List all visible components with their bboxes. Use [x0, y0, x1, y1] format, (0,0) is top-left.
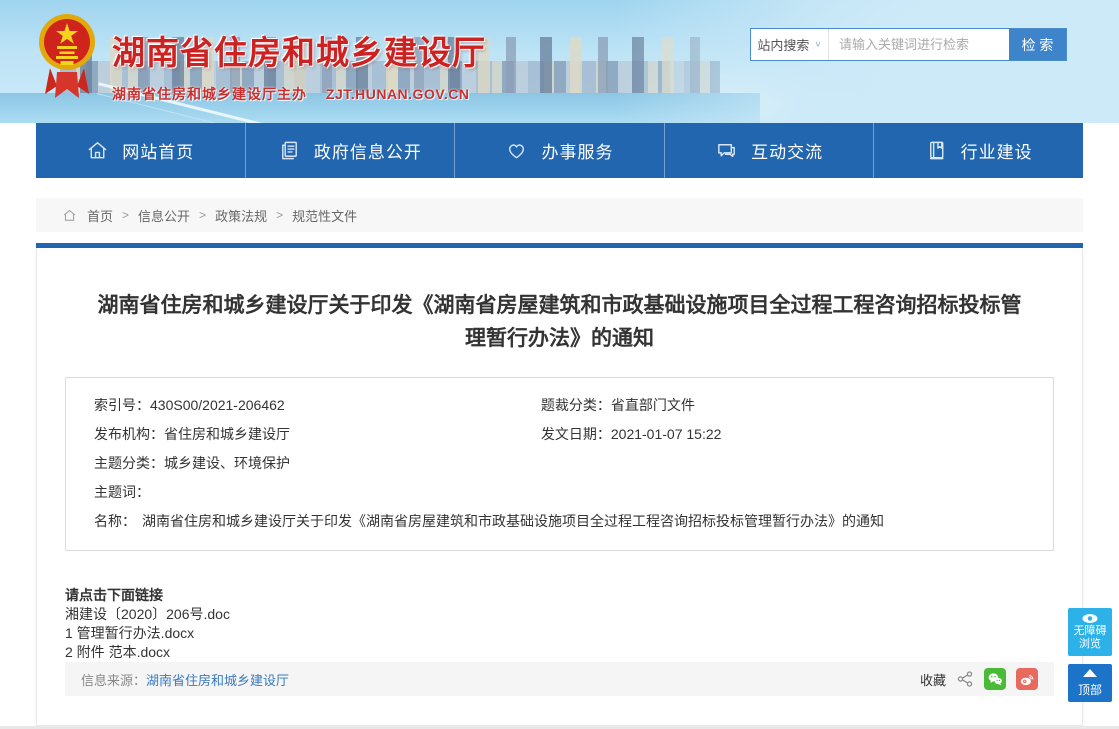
nav-item-interaction[interactable]: 互动交流: [664, 123, 874, 178]
meta-topic-label: 主题分类：: [94, 449, 164, 478]
brand-text: 湖南省住房和城乡建设厅 湖南省住房和城乡建设厅主办 ZJT.HUNAN.GOV.…: [112, 8, 486, 104]
meta-index-label: 索引号：: [94, 391, 150, 420]
page: 湖南省住房和城乡建设厅 湖南省住房和城乡建设厅主办 ZJT.HUNAN.GOV.…: [0, 0, 1119, 729]
meta-keywords-label: 主题词：: [94, 478, 150, 507]
nav-item-label: 办事服务: [541, 138, 613, 163]
heart-icon: [505, 139, 528, 162]
accessibility-button[interactable]: 无障碍浏览: [1068, 608, 1112, 656]
eye-icon: [1081, 613, 1099, 624]
home-outline-icon: [62, 208, 77, 223]
site-header: 湖南省住房和城乡建设厅 湖南省住房和城乡建设厅主办 ZJT.HUNAN.GOV.…: [0, 0, 1119, 123]
meta-row: 发布机构： 省住房和城乡建设厅 发文日期： 2021-01-07 15:22: [94, 420, 1025, 449]
document-meta-table: 索引号： 430S00/2021-206462 题裁分类： 省直部门文件 发布机…: [65, 377, 1054, 551]
back-to-top-button[interactable]: 顶部: [1068, 664, 1112, 702]
source-bar: 信息来源：湖南省住房和城乡建设厅 收藏: [65, 662, 1054, 696]
site-brand: 湖南省住房和城乡建设厅 湖南省住房和城乡建设厅主办 ZJT.HUNAN.GOV.…: [38, 8, 486, 104]
nav-item-label: 政府信息公开: [314, 138, 422, 163]
meta-topic-value: 城乡建设、环境保护: [164, 449, 290, 478]
nav-item-services[interactable]: 办事服务: [454, 123, 664, 178]
breadcrumb-item-normative[interactable]: 规范性文件: [292, 206, 357, 225]
accessibility-label: 无障碍浏览: [1072, 625, 1108, 651]
book-icon: [925, 139, 948, 162]
site-title: 湖南省住房和城乡建设厅: [112, 26, 486, 74]
meta-row: 主题分类： 城乡建设、环境保护: [94, 449, 1025, 478]
share-nodes-icon[interactable]: [956, 670, 974, 688]
attachment-links: 请点击下面链接 湘建设〔2020〕206号.doc 1 管理暂行办法.docx …: [65, 586, 1054, 662]
source-info: 信息来源：湖南省住房和城乡建设厅: [81, 670, 289, 689]
nav-item-label: 网站首页: [122, 138, 194, 163]
attachment-file-link[interactable]: 1 管理暂行办法.docx: [65, 624, 1054, 643]
source-link[interactable]: 湖南省住房和城乡建设厅: [146, 673, 289, 688]
meta-index-value: 430S00/2021-206462: [150, 391, 285, 420]
breadcrumb-item-home[interactable]: 首页: [87, 206, 113, 225]
attachment-file-link[interactable]: 2 附件 范本.docx: [65, 643, 1054, 662]
attachments-heading: 请点击下面链接: [65, 586, 1054, 605]
meta-row: 主题词：: [94, 478, 1025, 507]
home-icon: [86, 139, 109, 162]
floating-toolbar: 无障碍浏览 顶部: [1068, 608, 1112, 702]
search-input[interactable]: [829, 29, 1009, 60]
source-label: 信息来源：: [81, 673, 146, 688]
national-emblem-logo: [38, 8, 96, 102]
search-button[interactable]: 检 索: [1009, 29, 1066, 60]
meta-genre-value: 省直部门文件: [611, 391, 695, 420]
breadcrumb-separator: >: [276, 208, 283, 222]
nav-item-home[interactable]: 网站首页: [36, 123, 245, 178]
chat-icon: [715, 139, 738, 162]
site-subtitle-text: 湖南省住房和城乡建设厅主办: [112, 86, 307, 102]
nav-item-industry[interactable]: 行业建设: [873, 123, 1083, 178]
meta-row: 名称： 湖南省住房和城乡建设厅关于印发《湖南省房屋建筑和市政基础设施项目全过程工…: [94, 507, 1025, 536]
meta-name-label: 名称：: [94, 507, 136, 536]
meta-row: 索引号： 430S00/2021-206462 题裁分类： 省直部门文件: [94, 391, 1025, 420]
breadcrumb-item-info[interactable]: 信息公开: [138, 206, 190, 225]
arrow-up-icon: [1083, 669, 1097, 677]
share-tools: 收藏: [920, 668, 1038, 690]
page-title: 湖南省住房和城乡建设厅关于印发《湖南省房屋建筑和市政基础设施项目全过程工程咨询招…: [95, 290, 1024, 355]
back-to-top-label: 顶部: [1078, 681, 1102, 698]
meta-issuer-value: 省住房和城乡建设厅: [164, 420, 290, 449]
search-scope-select[interactable]: 站内搜索 ∨: [751, 29, 829, 60]
favorite-button[interactable]: 收藏: [920, 670, 946, 689]
breadcrumb: 首页 > 信息公开 > 政策法规 > 规范性文件: [36, 198, 1083, 232]
meta-genre-label: 题裁分类：: [541, 391, 611, 420]
breadcrumb-separator: >: [122, 208, 129, 222]
attachment-file-link[interactable]: 湘建设〔2020〕206号.doc: [65, 605, 1054, 624]
meta-issuer-label: 发布机构：: [94, 420, 164, 449]
wechat-icon[interactable]: [984, 668, 1006, 690]
breadcrumb-item-policy[interactable]: 政策法规: [215, 206, 267, 225]
site-url: ZJT.HUNAN.GOV.CN: [326, 86, 470, 102]
site-search: 站内搜索 ∨ 检 索: [750, 28, 1067, 61]
weibo-icon[interactable]: [1016, 668, 1038, 690]
meta-date-value: 2021-01-07 15:22: [611, 420, 722, 449]
nav-item-label: 互动交流: [751, 138, 823, 163]
nav-item-label: 行业建设: [961, 138, 1033, 163]
search-scope-label: 站内搜索: [757, 35, 809, 54]
main-navigation: 网站首页 政府信息公开 办事服务 互动交流 行业建设: [36, 123, 1083, 178]
meta-name-value: 湖南省住房和城乡建设厅关于印发《湖南省房屋建筑和市政基础设施项目全过程工程咨询招…: [136, 507, 884, 536]
nav-item-gov-info[interactable]: 政府信息公开: [245, 123, 455, 178]
article-panel: 湖南省住房和城乡建设厅关于印发《湖南省房屋建筑和市政基础设施项目全过程工程咨询招…: [36, 248, 1083, 726]
chevron-down-icon: ∨: [814, 40, 821, 49]
site-subtitle: 湖南省住房和城乡建设厅主办 ZJT.HUNAN.GOV.CN: [112, 84, 486, 104]
document-icon: [278, 139, 301, 162]
breadcrumb-separator: >: [199, 208, 206, 222]
meta-date-label: 发文日期：: [541, 420, 611, 449]
